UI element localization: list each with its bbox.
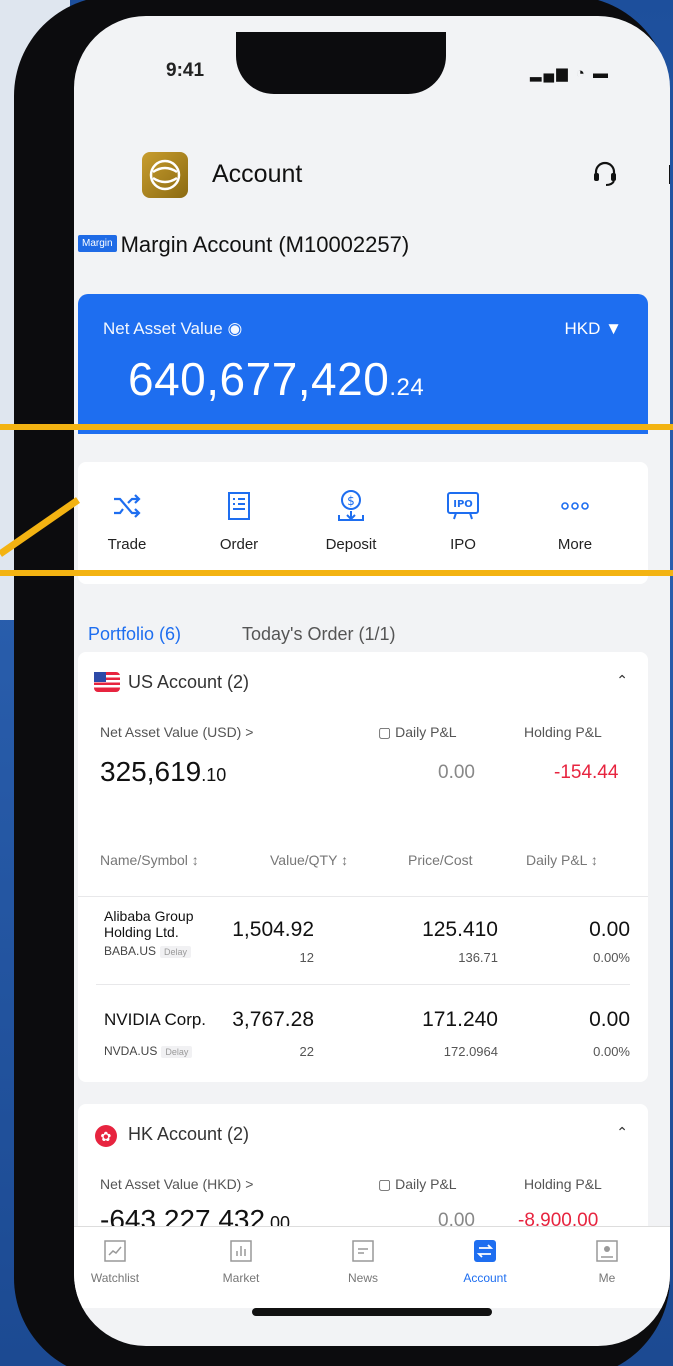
us-holding-pl-label: Holding P&L bbox=[524, 724, 602, 740]
stock-value: 1,504.92 bbox=[232, 918, 314, 941]
tab-portfolio[interactable]: Portfolio (6) bbox=[88, 624, 181, 645]
action-deposit[interactable]: $ Deposit bbox=[306, 486, 396, 553]
stock-symbol: NVDA.US Delay bbox=[104, 1044, 193, 1058]
stock-cost: 136.71 bbox=[458, 950, 498, 965]
status-icons: ▂▄▆ ◔ ▬ bbox=[529, 65, 610, 82]
bottom-tab-bar: Watchlist Market News Account Me bbox=[74, 1226, 670, 1308]
tab-market[interactable]: Market bbox=[196, 1237, 286, 1285]
collapse-caret-icon[interactable]: ⌃ bbox=[616, 672, 628, 689]
tab-me[interactable]: Me bbox=[562, 1237, 652, 1285]
us-nav-value: 325,619.10 bbox=[100, 756, 227, 787]
stock-symbol: BABA.US Delay bbox=[104, 944, 192, 958]
account-name: Margin Account (M10002257) bbox=[120, 232, 410, 257]
stock-price: 125.410 bbox=[422, 918, 498, 941]
tab-news[interactable]: News bbox=[318, 1237, 408, 1285]
us-account-title: US Account (2) bbox=[128, 672, 250, 692]
hk-daily-pl-label: ▢ Daily P&L bbox=[378, 1176, 457, 1192]
us-account-card: US Account (2) ⌃ Net Asset Value (USD) >… bbox=[78, 652, 648, 1082]
page-title: Account bbox=[212, 160, 303, 188]
highlight-line-bottom bbox=[0, 570, 673, 576]
us-flag-icon bbox=[94, 672, 120, 697]
us-holding-pl-value: -154.44 bbox=[554, 762, 619, 783]
stock-pl-pct: 0.00% bbox=[593, 1044, 630, 1059]
currency-selector[interactable]: HKD ▼ bbox=[565, 319, 622, 339]
deposit-icon: $ bbox=[306, 486, 396, 526]
col-price-cost[interactable]: Price/Cost bbox=[408, 852, 473, 868]
hk-holding-pl-label: Holding P&L bbox=[524, 1176, 602, 1192]
net-asset-card: Net Asset Value ◉ HKD ▼ 640,677,420.24 bbox=[78, 294, 648, 434]
col-daily-pl[interactable]: Daily P&L ↕ bbox=[526, 852, 598, 868]
hk-account-card: ✿ HK Account (2) ⌃ Net Asset Value (HKD)… bbox=[78, 1104, 648, 1235]
phone-frame: 9:41 ▂▄▆ ◔ ▬ Account Margin Margin Accou… bbox=[14, 0, 670, 1366]
brand-logo bbox=[142, 152, 188, 198]
action-order[interactable]: Order bbox=[194, 486, 284, 553]
stock-price: 171.240 bbox=[422, 1008, 498, 1031]
stock-pl: 0.00 bbox=[589, 1008, 630, 1031]
stock-qty: 12 bbox=[299, 950, 314, 965]
collapse-caret-icon[interactable]: ⌃ bbox=[616, 1124, 628, 1141]
support-headset-icon[interactable] bbox=[592, 160, 618, 193]
shuffle-icon bbox=[82, 486, 172, 526]
stock-pl: 0.00 bbox=[589, 918, 630, 941]
delay-badge: Delay bbox=[160, 946, 192, 958]
stock-qty: 22 bbox=[299, 1044, 314, 1059]
svg-text:$: $ bbox=[347, 494, 355, 508]
quick-actions: Trade Order $ Deposit IPO IPO More bbox=[78, 462, 648, 584]
highlight-line-top bbox=[0, 424, 673, 430]
us-nav-label[interactable]: Net Asset Value (USD) > bbox=[100, 724, 253, 740]
account-icon bbox=[440, 1237, 530, 1265]
stock-pl-pct: 0.00% bbox=[593, 950, 630, 965]
account-selector[interactable]: Margin Margin Account (M10002257) bbox=[78, 232, 409, 258]
delay-badge: Delay bbox=[161, 1046, 193, 1058]
divider bbox=[96, 984, 630, 985]
caret-down-icon: ▼ bbox=[605, 319, 622, 338]
eye-icon[interactable]: ◉ bbox=[227, 319, 242, 338]
hk-flag-icon: ✿ bbox=[94, 1124, 118, 1153]
col-value-qty[interactable]: Value/QTY ↕ bbox=[270, 852, 348, 868]
mail-icon[interactable] bbox=[668, 160, 670, 193]
svg-text:IPO: IPO bbox=[453, 499, 473, 510]
home-indicator bbox=[252, 1308, 492, 1316]
tab-todays-order[interactable]: Today's Order (1/1) bbox=[242, 624, 396, 645]
us-daily-pl-value: 0.00 bbox=[438, 762, 475, 783]
phone-notch bbox=[236, 32, 446, 94]
tab-account[interactable]: Account bbox=[440, 1237, 530, 1285]
action-ipo[interactable]: IPO IPO bbox=[418, 486, 508, 553]
highlight-pointer bbox=[0, 497, 80, 557]
action-more[interactable]: More bbox=[530, 486, 620, 553]
app-header: Account bbox=[142, 152, 670, 200]
ipo-icon: IPO bbox=[418, 486, 508, 526]
stock-name: Alibaba Group Holding Ltd. bbox=[104, 908, 194, 940]
status-time: 9:41 bbox=[166, 60, 205, 81]
hk-nav-label[interactable]: Net Asset Value (HKD) > bbox=[100, 1176, 253, 1192]
svg-text:✿: ✿ bbox=[101, 1130, 112, 1145]
net-asset-value: 640,677,420.24 bbox=[128, 353, 425, 405]
order-list-icon bbox=[194, 486, 284, 526]
me-icon bbox=[562, 1237, 652, 1265]
stock-name: NVIDIA Corp. bbox=[104, 1010, 207, 1029]
news-icon bbox=[318, 1237, 408, 1265]
market-icon bbox=[196, 1237, 286, 1265]
watchlist-icon bbox=[74, 1237, 160, 1265]
us-daily-pl-label: ▢ Daily P&L bbox=[378, 724, 457, 740]
net-asset-label: Net Asset Value ◉ bbox=[103, 319, 243, 338]
app-screen: 9:41 ▂▄▆ ◔ ▬ Account Margin Margin Accou… bbox=[74, 16, 670, 1346]
stock-value: 3,767.28 bbox=[232, 1008, 314, 1031]
divider bbox=[78, 896, 648, 897]
hk-account-title: HK Account (2) bbox=[128, 1124, 250, 1144]
account-type-badge: Margin bbox=[78, 234, 117, 252]
more-dots-icon bbox=[530, 486, 620, 526]
stock-cost: 172.0964 bbox=[443, 1044, 498, 1059]
action-trade[interactable]: Trade bbox=[82, 486, 172, 553]
col-name-symbol[interactable]: Name/Symbol ↕ bbox=[100, 852, 199, 868]
tab-watchlist[interactable]: Watchlist bbox=[74, 1237, 160, 1285]
